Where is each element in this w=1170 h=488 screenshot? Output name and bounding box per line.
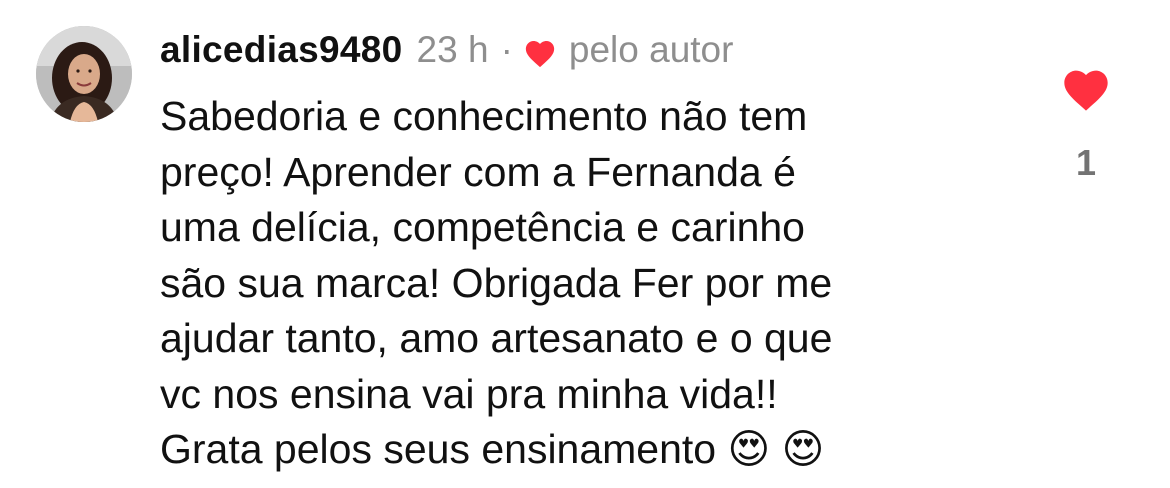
timestamp[interactable]: 23 h: [417, 29, 489, 71]
avatar-photo: [36, 26, 132, 122]
like-count[interactable]: 1: [1058, 142, 1114, 184]
heart-icon: [523, 35, 557, 68]
liked-by-author-label: pelo autor: [568, 29, 734, 70]
like-control: 1: [1058, 66, 1114, 184]
heart-icon: [1064, 70, 1108, 111]
avatar[interactable]: [36, 26, 132, 122]
username[interactable]: alicedias9480: [160, 29, 403, 71]
comment-header: alicedias9480 23 h · pelo autor: [160, 26, 733, 74]
separator-dot: ·: [500, 29, 513, 70]
like-button[interactable]: [1060, 66, 1112, 112]
comment-item: alicedias9480 23 h · pelo autor Sabedori…: [0, 0, 1170, 488]
comment-text: Sabedoria e conhecimento não tem preço! …: [160, 93, 833, 472]
